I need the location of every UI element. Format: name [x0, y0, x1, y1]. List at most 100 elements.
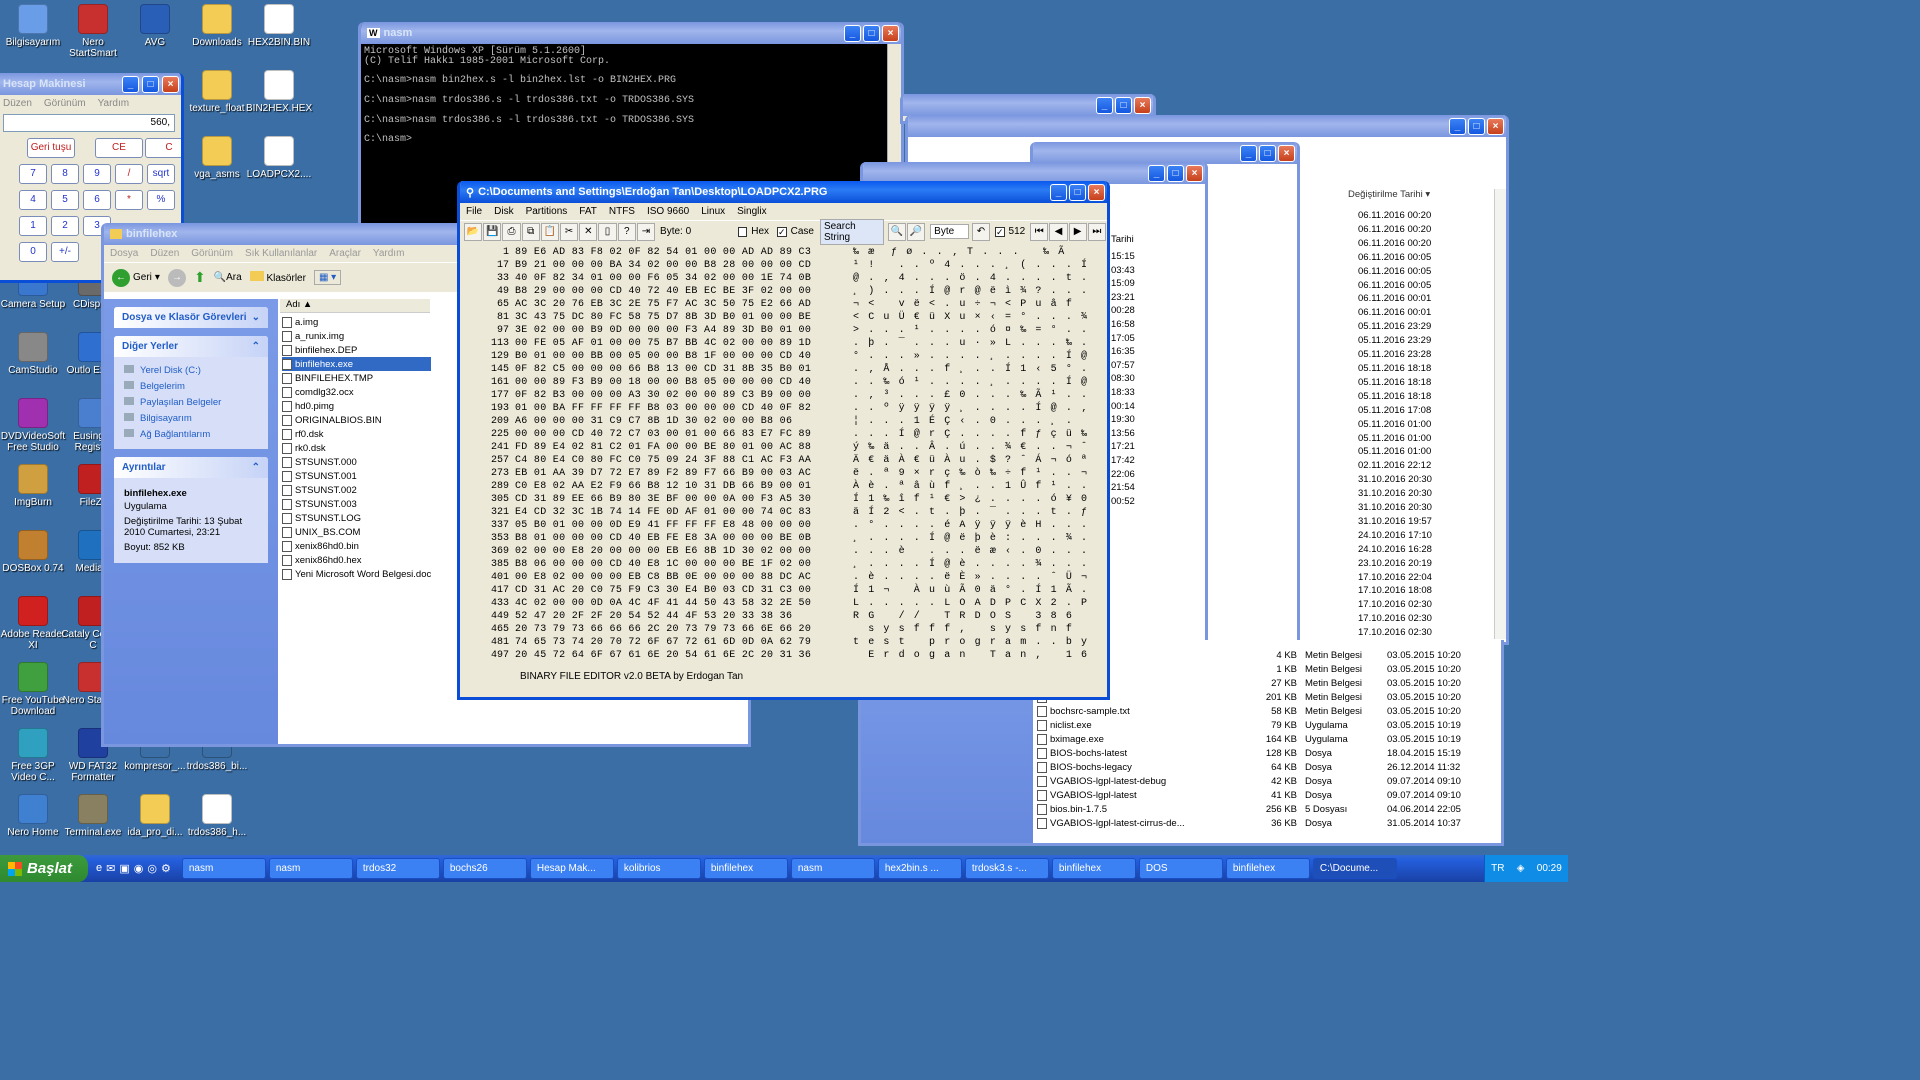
file-item[interactable]: comdlg32.ocx	[282, 385, 431, 399]
row-ascii[interactable]: ý ‰ ä . . Â . ú . . ¾ € . . ¬ ˆ	[853, 442, 1087, 453]
menu-item[interactable]: Disk	[494, 206, 513, 217]
console-output[interactable]: Microsoft Windows XP [Sürüm 5.1.2600] (C)…	[361, 44, 901, 148]
row-ascii[interactable]: . ° . . . . é A ÿ ÿ ÿ è H . . .	[853, 520, 1087, 531]
row-ascii[interactable]: < C u Ü € ü X u × ‹ = ° . . . ¾	[853, 312, 1087, 323]
desktop-icon[interactable]: BIN2HEX.HEX	[246, 70, 312, 114]
desktop-icon[interactable]: Terminal.exe	[60, 794, 126, 838]
desktop-icon[interactable]: trdos386_h...	[184, 794, 250, 838]
row-hex[interactable]: 3E 02 00 00 B9 0D 00 00 00 F3 A4 89 3D B…	[515, 325, 825, 336]
menu-item[interactable]: Görünüm	[44, 98, 86, 109]
outlook-icon[interactable]: ✉	[106, 862, 115, 875]
row-ascii[interactable]: ¦ . . . 1 É Ç ‹ . 0 . . . ¸ .	[853, 416, 1072, 427]
calculator-button[interactable]: Geri tuşu	[27, 138, 75, 158]
list-item[interactable]: VGABIOS-lgpl-latest-cirrus-de... 36 KB Dos…	[1037, 816, 1497, 830]
calculator-button[interactable]: +/-	[51, 242, 79, 262]
row-hex[interactable]: 01 00 BA FF FF FF FF B8 03 00 00 00 CD 4…	[515, 403, 825, 414]
prev-page-icon[interactable]: ◀	[1049, 222, 1068, 241]
calculator-button[interactable]: 7	[19, 164, 47, 184]
row-hex[interactable]: 00 00 89 F3 B9 00 18 00 00 B8 05 00 00 0…	[515, 377, 825, 388]
row-ascii[interactable]: ° . . . » . . . . ¸ . . . . Í @	[853, 351, 1087, 362]
list-item[interactable]: VGABIOS-lgpl-latest 41 KB Dosya 09.07.2014 …	[1037, 788, 1497, 802]
row-hex[interactable]: 20 73 79 73 66 66 66 2C 20 73 79 73 66 6…	[515, 624, 825, 635]
row-hex[interactable]: A6 00 00 00 31 C9 C7 8B 1D 30 02 00 00 B…	[515, 416, 825, 427]
menu-item[interactable]: ISO 9660	[647, 206, 689, 217]
place-link[interactable]: Belgelerim	[124, 379, 258, 395]
row-hex[interactable]: B0 01 00 00 BB 00 05 00 00 B8 1F 00 00 0…	[515, 351, 825, 362]
menu-item[interactable]: Singlix	[737, 206, 766, 217]
row-ascii[interactable]: s y s f f f , s y s f n f	[853, 624, 1072, 635]
column-header-name[interactable]: Adı ▲	[280, 299, 430, 313]
start-button[interactable]: Başlat	[0, 855, 88, 882]
row-hex[interactable]: 20 45 72 64 6F 67 61 6E 20 54 61 6E 2C 2…	[515, 650, 825, 661]
taskbar-button[interactable]: nasm	[268, 858, 353, 879]
row-ascii[interactable]: ¬ < v ë < . u ÷ ¬ < P u â f ­	[853, 299, 1072, 310]
row-ascii[interactable]: . . . è . . . ë æ ‹ . 0 . . .	[853, 546, 1087, 557]
row-hex[interactable]: 00 FE 05 AF 01 00 00 75 B7 BB 4C 02 00 0…	[515, 338, 825, 349]
calculator-button[interactable]: 8	[51, 164, 79, 184]
maximize-button[interactable]: □	[1069, 184, 1086, 201]
taskbar-button[interactable]: C:\Docume...	[1312, 858, 1397, 879]
row-ascii[interactable]: L . . . . . L O A D P C X 2 . P	[853, 598, 1087, 609]
row-ascii[interactable]: . . ‰ ó ¹ . . . . ¸ . . . . Í @	[853, 377, 1087, 388]
desktop-icon[interactable]: CamStudio	[0, 332, 66, 376]
row-ascii[interactable]: . . . Í @ r Ç . . . . f ƒ ç ü ‰	[853, 429, 1087, 440]
list-item[interactable]: BIOS-bochs-legacy 64 KB Dosya 26.12.2014 11…	[1037, 760, 1497, 774]
minimize-button[interactable]: _	[844, 25, 861, 42]
row-ascii[interactable]: > . . . ¹ . . . . ó ¤ ‰ = ° . .	[853, 325, 1087, 336]
place-link[interactable]: Paylaşılan Belgeler	[124, 395, 258, 411]
close-button[interactable]: ×	[1088, 184, 1105, 201]
calculator-button[interactable]: 9	[83, 164, 111, 184]
menu-item[interactable]: FAT	[579, 206, 597, 217]
row-hex[interactable]: CD 31 89 EE 66 B9 80 3E BF 00 00 0A 00 F…	[515, 494, 825, 505]
column-header-date[interactable]: Tarihi	[1111, 234, 1134, 245]
desktop-icon[interactable]: Free YouTube Download	[0, 662, 66, 717]
taskbar-button[interactable]: binfilehex	[1225, 858, 1310, 879]
desktop-icon[interactable]: Bilgisayarım	[0, 4, 66, 48]
calculator-button[interactable]: *	[115, 190, 143, 210]
list-item[interactable]: bios.bin-1.7.5 256 KB 5 Dosyası 04.06.2014 …	[1037, 802, 1497, 816]
desktop-icon[interactable]: ImgBurn	[0, 464, 66, 508]
row-hex[interactable]: EB 01 AA 39 D7 72 E7 89 F2 89 F7 66 B9 0…	[515, 468, 825, 479]
open-icon[interactable]: 📂	[464, 222, 483, 241]
row-hex[interactable]: 4C 02 00 00 0D 0A 4C 4F 41 44 50 43 58 3…	[515, 598, 825, 609]
row-hex[interactable]: 40 0F 82 34 01 00 00 F6 05 34 02 00 00 1…	[515, 273, 825, 284]
close-button[interactable]: ×	[162, 76, 179, 93]
places-header[interactable]: Diğer Yerler ⌃	[114, 336, 268, 357]
row-ascii[interactable]: ¸ ) . . . Í @ r @ ë ì ¾ ? . . .	[853, 286, 1087, 297]
hex-view[interactable]: 1 89 E6 AD 83 F8 02 0F 82 54 01 00 00 AD …	[460, 246, 1107, 662]
file-item[interactable]: Yeni Microsoft Word Belgesi.doc	[282, 567, 431, 581]
next-page-icon[interactable]: ▶	[1068, 222, 1087, 241]
media-icon[interactable]: ◎	[147, 862, 157, 875]
place-link[interactable]: Bilgisayarım	[124, 411, 258, 427]
row-ascii[interactable]: . þ . ¯ . . . u · » L . . . ‰ .	[853, 338, 1087, 349]
details-header[interactable]: Ayrıntılar ⌃	[114, 457, 268, 478]
row-ascii[interactable]: ¹ ! . . º 4 . . . ¸ ( . . . Í	[853, 260, 1087, 271]
delete-icon[interactable]: ✕	[579, 222, 598, 241]
menu-item[interactable]: Dosya	[110, 248, 138, 259]
row-hex[interactable]: B9 21 00 00 00 BA 34 02 00 00 B8 28 00 0…	[515, 260, 825, 271]
desktop-icon[interactable]: Nero StartSmart	[60, 4, 126, 59]
back-button[interactable]: ← Geri ▾	[112, 268, 160, 287]
case-checkbox[interactable]: ✓	[777, 226, 787, 237]
taskbar-button[interactable]: trdos32	[355, 858, 440, 879]
copy-icon[interactable]: ⧉	[521, 222, 540, 241]
row-hex[interactable]: AC 3C 20 76 EB 3C 2E 75 F7 AC 3C 50 75 E…	[515, 299, 825, 310]
file-item[interactable]: a_runix.img	[282, 329, 431, 343]
row-ascii[interactable]: . ‚ ³ . . . £ 0 . . . ‰ Ã ¹ . .	[853, 390, 1087, 401]
row-hex[interactable]: C0 E8 02 AA E2 F9 66 B8 12 10 31 DB 66 B…	[515, 481, 825, 492]
desktop-icon[interactable]: LOADPCX2....	[246, 136, 312, 180]
row-hex[interactable]: FD 89 E4 02 81 C2 01 FA 00 00 BE 80 01 0…	[515, 442, 825, 453]
row-hex[interactable]: B8 06 00 00 00 CD 40 E8 1C 00 00 00 BE 1…	[515, 559, 825, 570]
file-item[interactable]: UNIX_BS.COM	[282, 525, 431, 539]
row-ascii[interactable]: t e s t p r o g r a m . . b y	[853, 637, 1087, 648]
calculator-button[interactable]: 4	[19, 190, 47, 210]
file-item[interactable]: STSUNST.000	[282, 455, 431, 469]
collapse-icon[interactable]: ⌃	[252, 341, 260, 352]
row-ascii[interactable]: Ä € ä À € ü À u . $ ? ˆ Á ¬ ó ª	[853, 455, 1087, 466]
file-item[interactable]: binfilehex.DEP	[282, 343, 431, 357]
row-hex[interactable]: 00 00 00 CD 40 72 C7 03 00 01 00 66 83 E…	[515, 429, 825, 440]
taskbar-button[interactable]: binfilehex	[1051, 858, 1136, 879]
goto-icon[interactable]: ⇥	[636, 222, 656, 241]
search-string-input[interactable]: Search String	[819, 218, 884, 245]
row-ascii[interactable]: R G / / T R D O S 3 8 6	[853, 611, 1072, 622]
